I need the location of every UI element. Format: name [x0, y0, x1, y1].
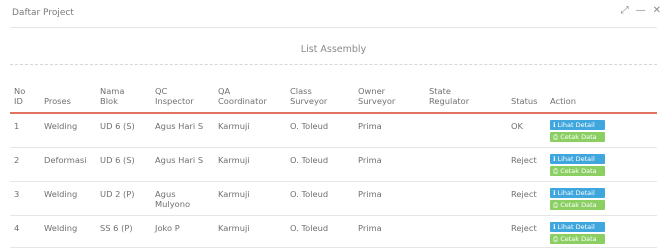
cell-class: O. Toleud [286, 181, 354, 216]
table-row: 4 Welding SS 6 (P) Joko P Karmuji O. Tol… [10, 215, 657, 248]
col-header-class-surveyor: Class Surveyor [286, 80, 354, 114]
lihat-detail-button[interactable]: ℹ Lihat Detail [550, 120, 605, 130]
cell-status: Reject [507, 147, 546, 182]
cell-owner: Prima [354, 215, 425, 248]
cell-id: 1 [10, 113, 40, 148]
cell-state [425, 147, 507, 182]
cetak-data-button[interactable]: ⎙ Cetak Data [550, 233, 605, 244]
cell-action: ℹ Lihat Detail ⎙ Cetak Data [546, 113, 657, 148]
info-icon: ℹ [553, 222, 556, 231]
expand-icon[interactable]: ⤢ [621, 6, 629, 16]
cell-state [425, 181, 507, 216]
cell-owner: Prima [354, 181, 425, 216]
cell-blok: UD 2 (P) [96, 181, 151, 216]
cell-qc: Agus Hari S [151, 113, 214, 148]
cell-class: O. Toleud [286, 113, 354, 148]
table-header-row: No ID Proses Nama Blok QC Inspector QA Coord… [10, 80, 657, 114]
col-header-status: Status [507, 80, 546, 114]
list-title: List Assembly [300, 44, 367, 55]
table-row: 2 Deformasi UD 6 (S) Agus Hari S Karmuji… [10, 147, 657, 182]
cell-qc: Agus Hari S [151, 147, 214, 182]
col-header-id: No ID [10, 80, 40, 114]
cell-qc: Agus Mulyono [151, 181, 214, 216]
col-header-state-regulator: State Regulator [425, 80, 507, 114]
cell-action: ℹ Lihat Detail ⎙ Cetak Data [546, 147, 657, 182]
cetak-data-button[interactable]: ⎙ Cetak Data [550, 199, 605, 210]
cell-qa: Karmuji [214, 147, 286, 182]
cell-class: O. Toleud [286, 215, 354, 248]
assembly-table: No ID Proses Nama Blok QC Inspector QA Coord… [10, 80, 657, 248]
cell-blok: SS 6 (P) [96, 215, 151, 248]
info-icon: ℹ [553, 188, 556, 197]
cell-qa: Karmuji [214, 113, 286, 148]
cell-action: ℹ Lihat Detail ⎙ Cetak Data [546, 215, 657, 248]
cell-owner: Prima [354, 147, 425, 182]
col-header-owner-surveyor: Owner Surveyor [354, 80, 425, 114]
panel-title: Daftar Project [12, 8, 74, 18]
info-icon: ℹ [553, 121, 556, 129]
cetak-data-button[interactable]: ⎙ Cetak Data [550, 132, 605, 142]
cell-status: Reject [507, 215, 546, 248]
cell-id: 3 [10, 181, 40, 216]
cell-qa: Karmuji [214, 215, 286, 248]
print-icon: ⎙ [553, 200, 559, 209]
cetak-data-button[interactable]: ⎙ Cetak Data [550, 165, 605, 176]
print-icon: ⎙ [553, 234, 559, 243]
cell-state [425, 215, 507, 248]
cell-proses: Welding [40, 113, 96, 148]
cell-status: OK [507, 113, 546, 148]
col-header-action: Action [546, 80, 657, 114]
cell-qc: Joko P [151, 215, 214, 248]
cell-qa: Karmuji [214, 181, 286, 216]
col-header-qc-inspector: QC Inspector [151, 80, 214, 114]
list-divider [10, 64, 657, 65]
lihat-detail-button[interactable]: ℹ Lihat Detail [550, 153, 605, 164]
cell-id: 2 [10, 147, 40, 182]
minimize-icon[interactable]: — [636, 6, 646, 16]
col-header-nama-blok: Nama Blok [96, 80, 151, 114]
col-header-qa-coordinator: QA Coordinator [214, 80, 286, 114]
lihat-detail-button[interactable]: ℹ Lihat Detail [550, 221, 605, 232]
cell-proses: Deformasi [40, 147, 96, 182]
cell-id: 4 [10, 215, 40, 248]
cell-owner: Prima [354, 113, 425, 148]
col-header-proses: Proses [40, 80, 96, 114]
panel-divider [10, 27, 657, 28]
cell-status: Reject [507, 181, 546, 216]
print-icon: ⎙ [553, 166, 559, 175]
lihat-detail-button[interactable]: ℹ Lihat Detail [550, 187, 605, 198]
close-icon[interactable]: ✕ [653, 6, 661, 16]
print-icon: ⎙ [553, 133, 559, 141]
cell-action: ℹ Lihat Detail ⎙ Cetak Data [546, 181, 657, 216]
cell-proses: Welding [40, 181, 96, 216]
window-controls: ⤢ — ✕ [621, 6, 661, 16]
cell-proses: Welding [40, 215, 96, 248]
cell-state [425, 113, 507, 148]
table-row: 3 Welding UD 2 (P) Agus Mulyono Karmuji … [10, 181, 657, 216]
cell-blok: UD 6 (S) [96, 113, 151, 148]
info-icon: ℹ [553, 154, 556, 163]
cell-blok: UD 6 (S) [96, 147, 151, 182]
cell-class: O. Toleud [286, 147, 354, 182]
table-row: 1 Welding UD 6 (S) Agus Hari S Karmuji O… [10, 113, 657, 148]
